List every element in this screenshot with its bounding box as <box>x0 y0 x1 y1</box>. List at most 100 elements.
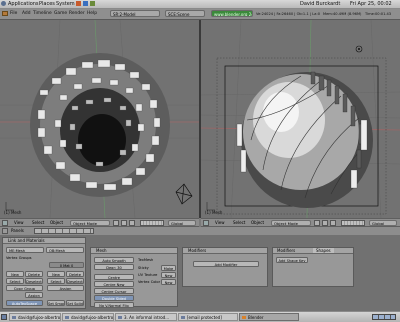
panel-link-materials: Link and Materials ME:Mesh OB:Mesh Verte… <box>2 237 86 309</box>
mesh-object[interactable] <box>236 71 373 208</box>
draw-type-icon[interactable] <box>113 220 119 226</box>
mode-selector[interactable]: Object Mode <box>271 220 311 226</box>
taskbar-item[interactable]: david@fujoo-albertro <box>9 313 61 321</box>
mesh-object[interactable] <box>30 53 170 197</box>
gnome-top-panel: Applications Places System David Burckar… <box>0 0 400 9</box>
buttons-window: Link and Materials ME:Mesh OB:Mesh Verte… <box>0 235 400 311</box>
no-vnormal-flip-toggle[interactable]: No V.Normal Flip <box>94 302 134 308</box>
menu-view[interactable]: View <box>14 220 24 226</box>
select-vgroup-button[interactable]: Select <box>6 278 24 284</box>
panel-title: Modifiers <box>183 248 267 254</box>
menu-view[interactable]: View <box>215 220 225 226</box>
vertex-color-new-button[interactable]: New <box>161 279 176 285</box>
user-name[interactable]: David Burckardt <box>300 1 340 7</box>
pivot-icon[interactable] <box>121 220 127 226</box>
new-vgroup-button[interactable]: New <box>6 271 24 277</box>
assign-vgroup-button[interactable]: Assign <box>25 292 43 298</box>
select-material-button[interactable]: Select <box>47 278 65 284</box>
taskbar-item-active[interactable]: Blender <box>239 313 299 321</box>
set-solid-button[interactable]: Set Solid <box>66 300 84 306</box>
centre-button[interactable]: Centre <box>94 274 134 280</box>
terminal-icon <box>12 316 16 319</box>
lamp-icon[interactable] <box>355 45 363 53</box>
vertex-color-label: Vertex Color <box>138 280 161 284</box>
menu-object[interactable]: Object <box>251 220 264 226</box>
centre-new-button[interactable]: Centre New <box>94 281 134 287</box>
delete-vgroup-button[interactable]: Delete <box>25 271 43 277</box>
menu-select[interactable]: Select <box>32 220 44 226</box>
uv-texture-new-button[interactable]: New <box>161 272 176 278</box>
screen-selector[interactable]: SR:2-Model <box>110 10 160 17</box>
panel-tabs: Modifiers Shapes <box>273 248 353 254</box>
global-selector[interactable]: Global <box>168 220 196 226</box>
viewport-object-label: (1) Mesh <box>205 210 223 215</box>
taskbar-item[interactable]: david@fujoo-albertro <box>62 313 114 321</box>
assign-material-button[interactable]: Assign <box>47 285 84 291</box>
context-icons[interactable] <box>34 228 94 234</box>
system-menu[interactable]: System <box>56 1 75 7</box>
menu-game[interactable]: Game <box>54 11 67 17</box>
delete-material-button[interactable]: Delete <box>66 271 84 277</box>
draw-type-icon[interactable] <box>314 220 320 226</box>
menu-render[interactable]: Render <box>69 11 85 17</box>
autotexspace-button[interactable]: AutoTexSpace <box>6 300 43 306</box>
blender-url[interactable]: www.blender.org 246 <box>211 10 253 17</box>
double-sided-toggle[interactable]: Double Sided <box>94 295 134 301</box>
mesh-datablock-field[interactable]: ME:Mesh <box>6 247 44 253</box>
menu-help[interactable]: Help <box>87 11 97 17</box>
places-menu[interactable]: Places <box>39 1 55 7</box>
buttons-type-icon[interactable] <box>2 228 8 234</box>
taskbar-item-label: Blender <box>248 315 264 320</box>
taskbar-item[interactable]: [email protected] <box>178 313 238 321</box>
menu-select[interactable]: Select <box>233 220 245 226</box>
camera-object[interactable] <box>175 183 193 205</box>
manipulator-icon[interactable] <box>129 220 135 226</box>
clock[interactable]: Fri Apr 25, 00:02 <box>350 1 392 7</box>
view3d-type-icon[interactable] <box>2 220 8 226</box>
menu-add[interactable]: Add <box>22 11 31 17</box>
auto-smooth-toggle[interactable]: Auto Smooth <box>94 257 134 263</box>
layer-buttons[interactable] <box>341 220 365 226</box>
menu-file[interactable]: File <box>10 11 17 17</box>
set-smooth-button[interactable]: Set Smooth <box>47 300 65 306</box>
manipulator-icon[interactable] <box>330 220 336 226</box>
menu-object[interactable]: Object <box>50 220 63 226</box>
workspace-switcher[interactable] <box>372 314 396 320</box>
degree-field[interactable]: Degr: 30 <box>94 264 134 270</box>
add-modifier-button[interactable]: Add Modifier <box>193 261 259 267</box>
view-header-left: View Select Object Object Mode Global <box>0 218 199 227</box>
centre-cursor-button[interactable]: Centre Cursor <box>94 288 134 294</box>
copy-group-button[interactable]: Copy Group <box>6 285 43 291</box>
deselect-material-button[interactable]: Deselect <box>66 278 84 284</box>
tab-shapes[interactable]: Shapes <box>313 248 334 253</box>
gnome-foot-icon[interactable] <box>1 1 6 6</box>
pivot-icon[interactable] <box>322 220 328 226</box>
applications-menu[interactable]: Applications <box>8 1 39 7</box>
new-material-button[interactable]: New <box>47 271 65 277</box>
sticky-make-button[interactable]: Make <box>161 265 176 271</box>
tab-modifiers[interactable]: Modifiers <box>277 248 295 253</box>
launcher-icon[interactable] <box>90 1 95 6</box>
view3d-type-icon[interactable] <box>203 220 209 226</box>
blender-info-header: File Add Timeline Game Render Help SR:2-… <box>0 9 400 20</box>
panels-menu[interactable]: Panels <box>11 228 24 234</box>
texmesh-label: TexMesh <box>138 258 154 262</box>
layer-buttons[interactable] <box>140 220 164 226</box>
mode-selector[interactable]: Object Mode <box>70 220 110 226</box>
material-index[interactable]: 0 Mat 0 <box>49 262 84 268</box>
show-desktop-icon[interactable] <box>1 314 7 320</box>
object-name-field[interactable]: OB:Mesh <box>46 247 84 253</box>
viewport-left[interactable]: (1) Mesh <box>0 20 199 218</box>
launcher-icon[interactable] <box>83 1 88 6</box>
add-shape-key-button[interactable]: Add Shape Key <box>276 257 308 263</box>
scene-selector[interactable]: SCE:Scene <box>165 10 205 17</box>
deselect-vgroup-button[interactable]: Deselect <box>25 278 43 284</box>
viewport-right[interactable]: (1) Mesh <box>201 20 400 218</box>
window-type-icon[interactable] <box>2 11 8 16</box>
launcher-icon[interactable] <box>76 1 81 6</box>
global-selector[interactable]: Global <box>369 220 397 226</box>
taskbar-item[interactable]: 3. An informal introd... <box>115 313 177 321</box>
memory-stats: Mem:40.49M (8.96M) <box>323 12 362 16</box>
gnome-bottom-panel: david@fujoo-albertro david@fujoo-albertr… <box>0 311 400 322</box>
menu-timeline[interactable]: Timeline <box>33 11 52 17</box>
